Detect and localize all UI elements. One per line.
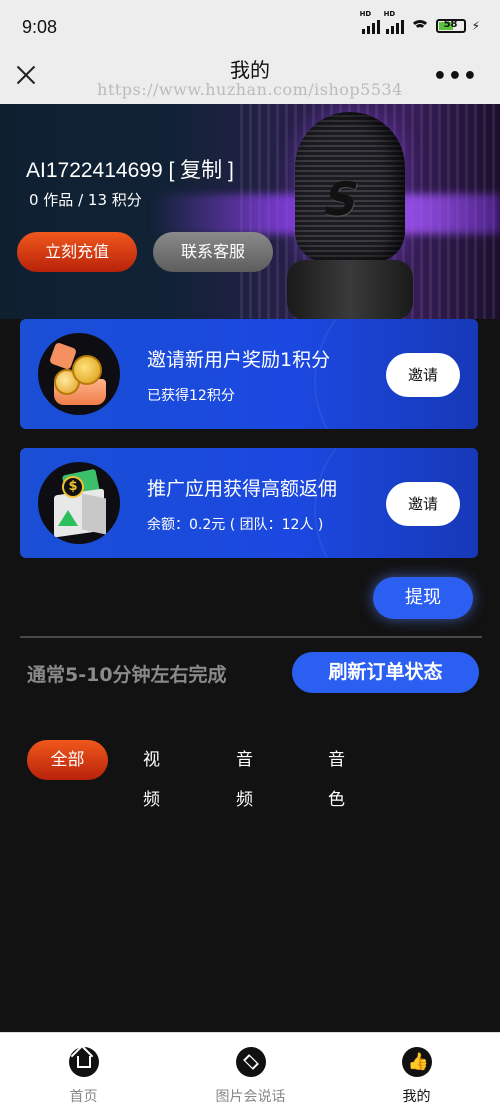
nav-label: 我的 [402, 1089, 431, 1105]
money-box-icon: $ [38, 462, 120, 544]
card-subtitle: 余额：0.2元 ( 团队：12人 ) [147, 517, 324, 533]
invite-button[interactable]: 邀请 [386, 482, 460, 526]
refresh-order-status-button[interactable]: 刷新订单状态 [292, 652, 479, 693]
nav-talking-photo[interactable]: 图片会说话 [167, 1033, 334, 1111]
charging-icon: ⚡ [471, 19, 480, 33]
tab-voice[interactable]: 音色 [328, 740, 345, 810]
invite-reward-card: 邀请新用户奖励1积分 已获得12积分 邀请 [20, 319, 478, 429]
home-icon [68, 1047, 99, 1077]
tab-video[interactable]: 视频 [143, 740, 160, 810]
user-id[interactable]: AI1722414699 [ 复制 ] [26, 154, 234, 184]
recharge-button[interactable]: 立刻充值 [17, 232, 137, 272]
nav-label: 首页 [69, 1089, 98, 1105]
card-title: 邀请新用户奖励1积分 [147, 349, 331, 371]
withdraw-button[interactable]: 提现 [373, 577, 473, 619]
bottom-navigation: 首页 图片会说话 👍 我的 [0, 1032, 500, 1111]
wifi-icon [409, 18, 430, 34]
status-bar: 9:08 HD HD 58 ⚡ [0, 0, 500, 50]
profile-header: S AI1722414699 [ 复制 ] 0 作品 / 13 积分 立刻充值 … [0, 104, 500, 319]
card-title: 推广应用获得高额返佣 [147, 478, 338, 500]
contact-service-button[interactable]: 联系客服 [153, 232, 273, 272]
order-hint: 通常5-10分钟左右完成 [27, 664, 227, 686]
signal-icon: HD [360, 10, 380, 34]
tab-audio[interactable]: 音频 [236, 740, 253, 810]
tab-all[interactable]: 全部 [27, 740, 108, 780]
user-stats: 0 作品 / 13 积分 [29, 191, 142, 209]
divider [20, 636, 482, 638]
more-icon[interactable]: ••• [433, 64, 478, 89]
battery-level: 58 [443, 19, 458, 30]
signal-icon-2: HD [384, 10, 404, 34]
status-icons: HD HD 58 ⚡ [360, 10, 480, 34]
nav-label: 图片会说话 [215, 1089, 286, 1105]
layers-icon [235, 1047, 266, 1077]
battery-icon: 58 [435, 19, 466, 33]
coins-gift-icon [38, 333, 120, 415]
promotion-commission-card: $ 推广应用获得高额返佣 余额：0.2元 ( 团队：12人 ) 邀请 [20, 448, 478, 558]
card-subtitle: 已获得12积分 [147, 388, 235, 404]
watermark-text: https://www.huzhan.com/ishop5534 [97, 80, 403, 99]
nav-mine[interactable]: 👍 我的 [333, 1033, 500, 1111]
page-title: 我的 [230, 58, 270, 82]
microphone-illustration: S [287, 112, 413, 319]
thumbs-up-icon: 👍 [401, 1047, 432, 1077]
title-bar: 我的 https://www.huzhan.com/ishop5534 ••• [0, 50, 500, 104]
invite-button[interactable]: 邀请 [386, 353, 460, 397]
status-time: 9:08 [22, 17, 58, 37]
nav-home[interactable]: 首页 [0, 1033, 167, 1111]
